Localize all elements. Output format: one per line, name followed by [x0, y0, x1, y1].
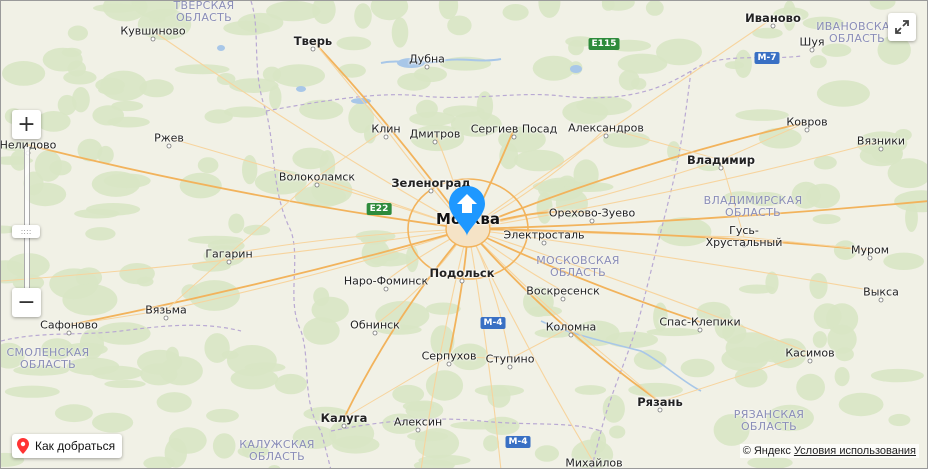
city-label-serpukhov[interactable]: Серпухов — [422, 350, 477, 363]
city-label-obninsk[interactable]: Обнинск — [350, 319, 400, 332]
city-label-spas-klepiki[interactable]: Спас-Клепики — [659, 316, 740, 329]
city-label-tver[interactable]: Тверь — [294, 34, 332, 48]
region-label-ivanovskaya: ИВАНОВСКАЯ ОБЛАСТЬ — [816, 20, 898, 45]
city-label-kaluga[interactable]: Калуга — [321, 411, 368, 425]
city-label-aleksandrov[interactable]: Александров — [568, 122, 644, 135]
city-label-dmitrov[interactable]: Дмитров — [410, 128, 461, 141]
city-label-kovrov[interactable]: Ковров — [786, 116, 827, 129]
city-label-podolsk[interactable]: Подольск — [429, 266, 494, 280]
region-label-kaluzhskaya: КАЛУЖСКАЯ ОБЛАСТЬ — [239, 438, 315, 463]
city-label-kuvshinovo[interactable]: Кувшиново — [120, 25, 185, 38]
city-label-vyazniki[interactable]: Вязники — [857, 135, 905, 148]
road-shield-m4a: M-4 — [480, 317, 506, 329]
copyright-text: © Яндекс — [742, 445, 791, 457]
copyright: © Яндекс Условия использования — [739, 444, 919, 458]
road-shield-e115: E115 — [588, 38, 620, 50]
route-button[interactable]: Как добраться — [12, 434, 123, 458]
road-shield-m7: M-7 — [754, 52, 780, 64]
expand-icon — [895, 20, 909, 34]
city-label-safonovo[interactable]: Сафоново — [40, 319, 98, 332]
city-label-ivanovo[interactable]: Иваново — [745, 11, 801, 25]
city-label-elektrostal[interactable]: Электросталь — [504, 229, 585, 242]
map-marker-icon — [17, 438, 29, 454]
region-label-ryazanskaya: РЯЗАНСКАЯ ОБЛАСТЬ — [733, 408, 805, 433]
minus-icon: − — [17, 290, 36, 315]
route-button-label: Как добраться — [35, 439, 116, 453]
city-label-voskresensk[interactable]: Воскресенск — [526, 285, 599, 298]
terms-link[interactable]: Условия использования — [794, 445, 916, 457]
city-label-volokolamsk[interactable]: Волоколамск — [279, 171, 355, 184]
city-label-stupino[interactable]: Ступино — [486, 353, 535, 366]
city-label-aleksin[interactable]: Алексин — [394, 416, 442, 429]
city-label-orekhovo-zuevo[interactable]: Орехово-Зуево — [549, 207, 635, 220]
region-label-smolenskaya: СМОЛЕНСКАЯ ОБЛАСТЬ — [6, 346, 90, 371]
map-view[interactable]: Тверь Кувшиново Дубна Иваново Шуя Клин Дмитров… — [0, 0, 928, 469]
city-label-naro-fominsk[interactable]: Наро-Фоминск — [344, 275, 428, 288]
city-label-klin[interactable]: Клин — [371, 123, 400, 136]
city-label-vladimir[interactable]: Владимир — [687, 153, 755, 167]
city-label-mikhailov[interactable]: Михайлов — [565, 457, 622, 469]
city-label-sergiev-posad[interactable]: Сергиев Посад — [471, 123, 558, 136]
city-label-murom[interactable]: Муром — [851, 244, 889, 257]
zoom-in-button[interactable]: + — [12, 110, 41, 139]
location-pin-icon[interactable] — [447, 184, 487, 238]
road-shield-m4b: M-4 — [505, 436, 531, 448]
road-shield-e22: E22 — [366, 203, 392, 215]
city-label-ryazan[interactable]: Рязань — [637, 395, 682, 409]
city-label-dubna[interactable]: Дубна — [409, 53, 445, 66]
zoom-slider-handle[interactable]: :::: — [12, 225, 40, 238]
region-label-vladimirskaya: ВЛАДИМИРСКАЯ ОБЛАСТЬ — [703, 194, 803, 219]
zoom-out-button[interactable]: − — [12, 288, 41, 317]
city-label-kolomna[interactable]: Коломна — [546, 321, 597, 334]
city-label-vyksa[interactable]: Выкса — [863, 286, 899, 299]
city-label-gus-khrustalny[interactable]: Гусь- Хрустальный — [706, 225, 783, 249]
city-label-rzhev[interactable]: Ржев — [154, 132, 184, 145]
fullscreen-button[interactable] — [888, 13, 916, 41]
plus-icon: + — [17, 112, 36, 137]
region-label-moskovskaya: МОСКОВСКАЯ ОБЛАСТЬ — [536, 254, 620, 279]
zoom-slider-track[interactable] — [24, 147, 30, 289]
city-label-gagarin[interactable]: Гагарин — [205, 248, 252, 261]
region-label-tverskaya: ТВЕРСКАЯ ОБЛАСТЬ — [173, 0, 235, 24]
city-label-vyazma[interactable]: Вязьма — [145, 304, 187, 317]
city-label-kasimov[interactable]: Касимов — [785, 347, 834, 360]
